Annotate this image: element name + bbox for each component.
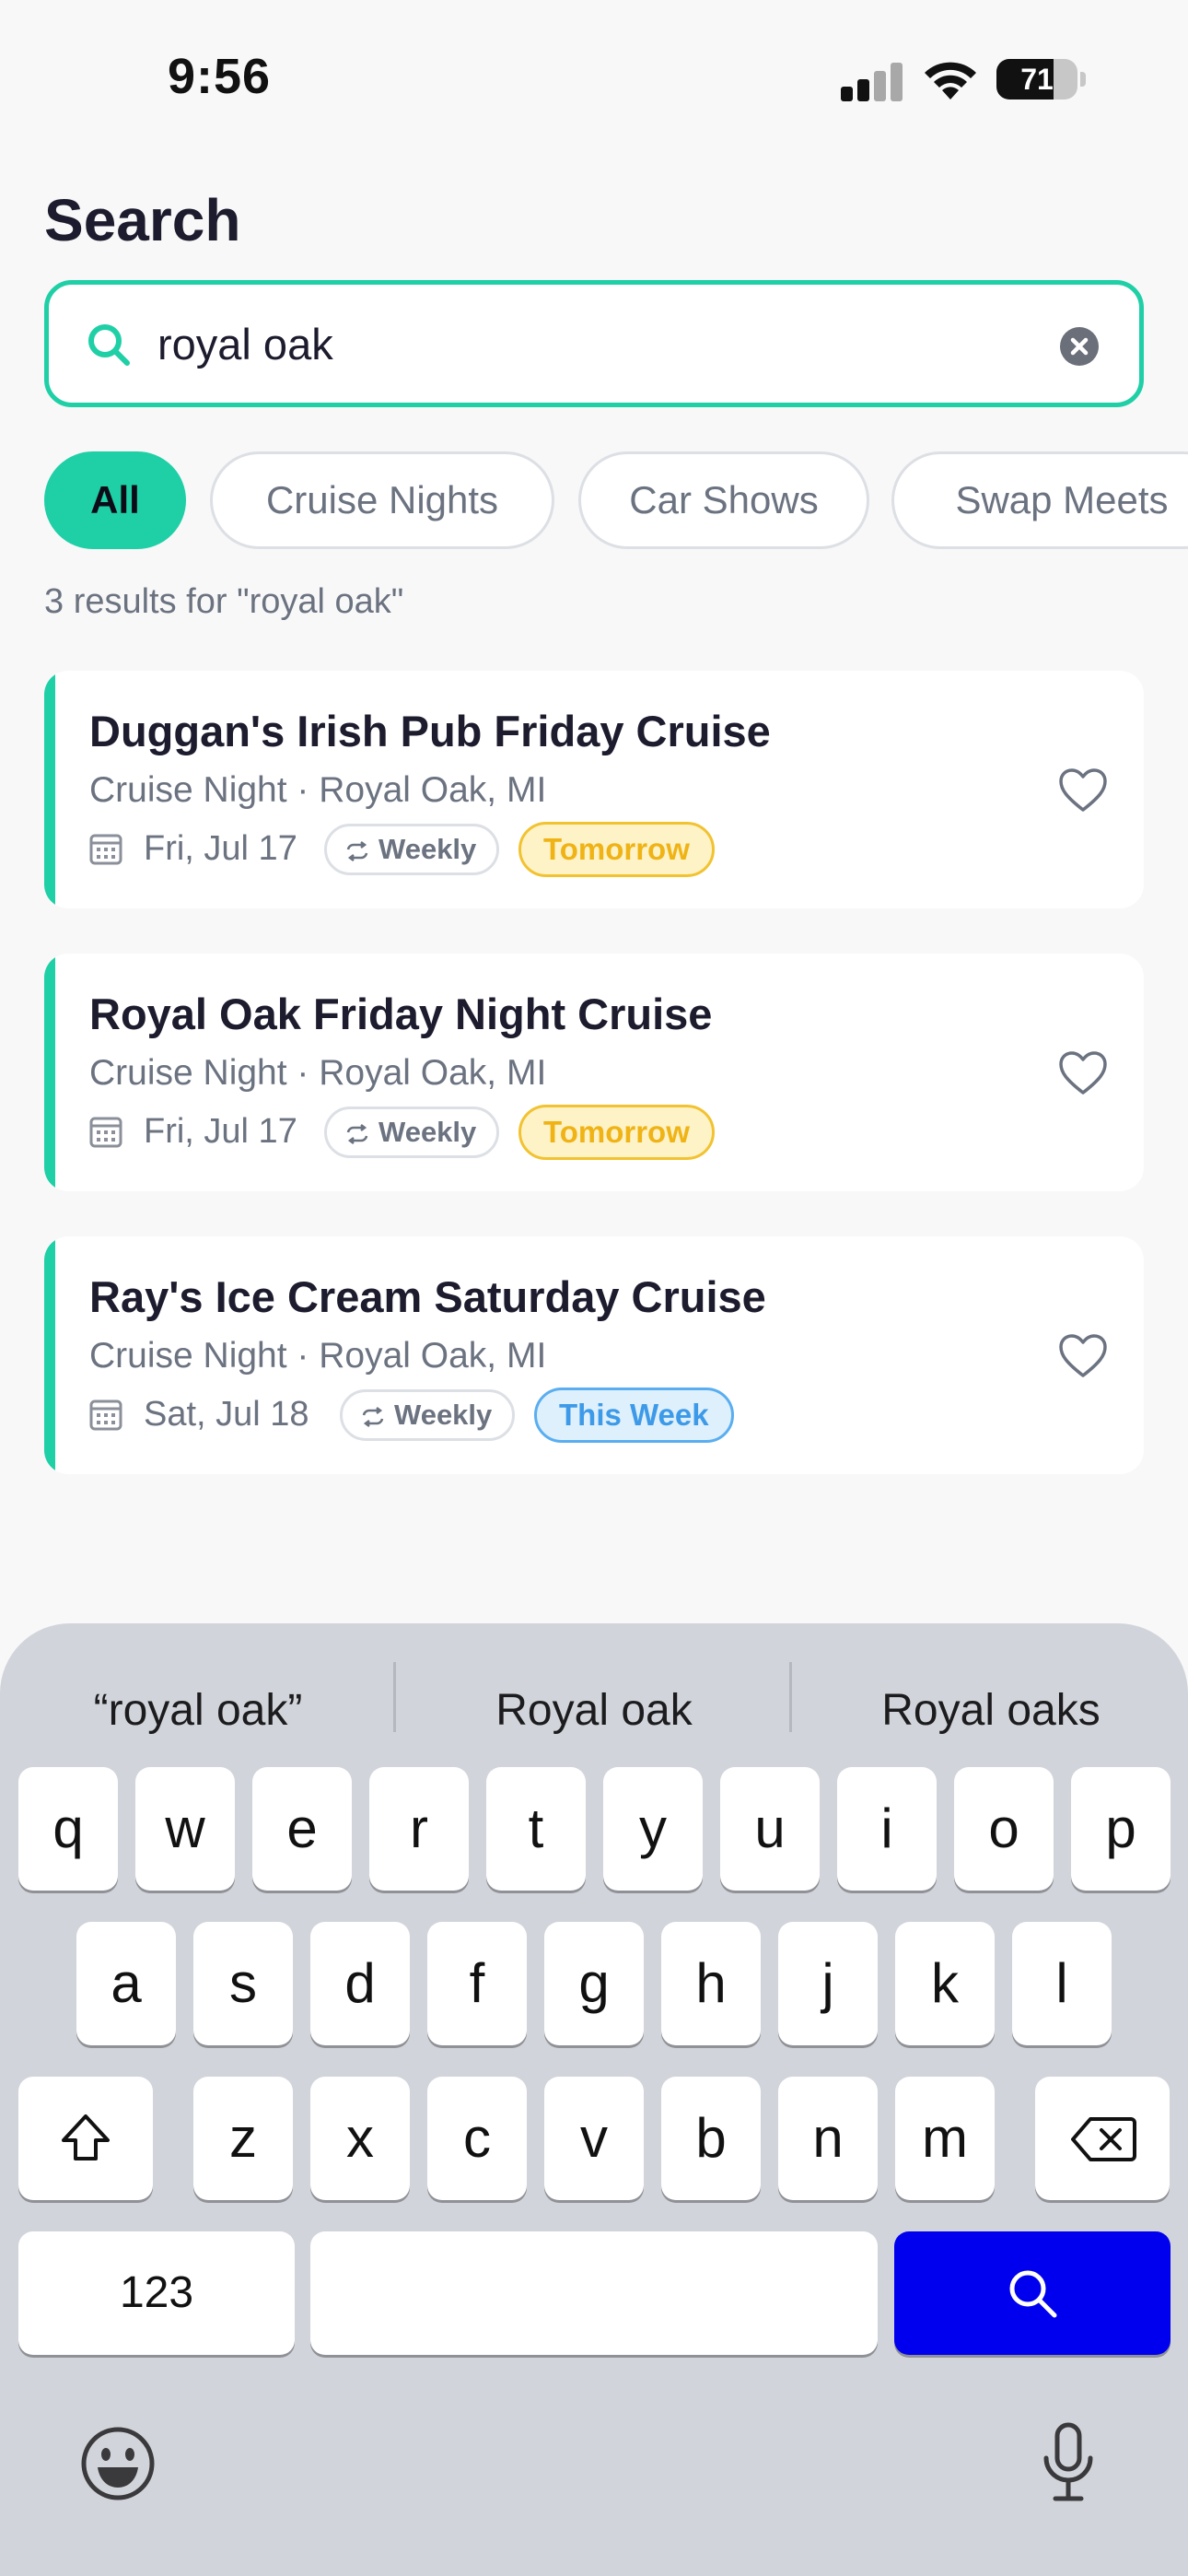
result-date: Fri, Jul 17 (144, 829, 297, 868)
key-r[interactable]: r (369, 1767, 469, 1891)
page-title: Search (44, 187, 241, 253)
heart-icon[interactable] (1057, 767, 1109, 814)
key-q[interactable]: q (18, 1767, 118, 1891)
key-d[interactable]: d (310, 1922, 410, 2045)
results-count: 3 results for "royal oak" (44, 582, 404, 621)
filter-chip-cruise-nights[interactable]: Cruise Nights (210, 451, 554, 549)
result-subtitle: Cruise Night · Royal Oak, MI (89, 1053, 547, 1093)
card-accent (44, 671, 55, 908)
battery-tip (1080, 72, 1086, 87)
result-card[interactable]: Royal Oak Friday Night Cruise Cruise Nig… (44, 954, 1144, 1191)
result-date: Fri, Jul 17 (144, 1112, 297, 1151)
filter-chip-all[interactable]: All (44, 451, 186, 549)
shift-icon (62, 2114, 110, 2160)
search-icon (88, 324, 130, 366)
frequency-badge: Weekly (324, 1107, 500, 1158)
key-t[interactable]: t (486, 1767, 586, 1891)
key-h[interactable]: h (661, 1922, 761, 2045)
result-subtitle: Cruise Night · Royal Oak, MI (89, 1336, 547, 1376)
emoji-icon[interactable] (79, 2425, 157, 2502)
filter-chip-car-shows[interactable]: Car Shows (578, 451, 869, 549)
filter-chips: All Cruise Nights Car Shows Swap Meets (44, 451, 1188, 551)
calendar-icon (89, 834, 122, 865)
status-time: 9:56 (168, 49, 272, 104)
key-y[interactable]: y (603, 1767, 703, 1891)
cellular-signal-icon (841, 61, 903, 101)
repeat-icon (346, 840, 368, 861)
key-x[interactable]: x (310, 2077, 410, 2200)
card-accent (44, 954, 55, 1191)
key-w[interactable]: w (135, 1767, 235, 1891)
suggestion-1[interactable]: “royal oak” (5, 1669, 391, 1752)
key-l[interactable]: l (1012, 1922, 1112, 2045)
frequency-badge: Weekly (340, 1389, 516, 1441)
delete-key[interactable] (1035, 2077, 1170, 2200)
frequency-badge: Weekly (324, 824, 500, 875)
key-j[interactable]: j (778, 1922, 878, 2045)
calendar-icon (89, 1399, 122, 1431)
space-key[interactable] (310, 2231, 878, 2355)
result-card[interactable]: Duggan's Irish Pub Friday Cruise Cruise … (44, 671, 1144, 908)
key-c[interactable]: c (427, 2077, 527, 2200)
repeat-icon (362, 1406, 384, 1427)
status-bar: 9:56 71 (0, 0, 1188, 157)
suggestion-divider (789, 1662, 792, 1732)
result-title: Duggan's Irish Pub Friday Cruise (89, 707, 771, 755)
key-n[interactable]: n (778, 2077, 878, 2200)
key-a[interactable]: a (76, 1922, 176, 2045)
key-f[interactable]: f (427, 1922, 527, 2045)
backspace-icon (1071, 2117, 1136, 2161)
microphone-icon[interactable] (1039, 2421, 1098, 2506)
status-badge: Tomorrow (518, 1105, 715, 1160)
key-e[interactable]: e (252, 1767, 352, 1891)
battery-icon: 71 (996, 59, 1077, 100)
card-accent (44, 1236, 55, 1474)
clear-search-button[interactable] (1060, 327, 1099, 366)
key-o[interactable]: o (954, 1767, 1054, 1891)
numbers-key[interactable]: 123 (18, 2231, 295, 2355)
key-u[interactable]: u (720, 1767, 820, 1891)
suggestion-divider (393, 1662, 396, 1732)
search-bar[interactable] (44, 280, 1144, 407)
key-k[interactable]: k (895, 1922, 995, 2045)
key-v[interactable]: v (544, 2077, 644, 2200)
keyboard: “royal oak” Royal oak Royal oaks q w e r… (0, 1623, 1188, 2576)
frequency-label: Weekly (394, 1399, 493, 1431)
status-badge: Tomorrow (518, 822, 715, 877)
filter-chip-swap-meets[interactable]: Swap Meets (891, 451, 1188, 549)
heart-icon[interactable] (1057, 1332, 1109, 1380)
result-date: Sat, Jul 18 (144, 1395, 309, 1434)
key-s[interactable]: s (193, 1922, 293, 2045)
result-title: Royal Oak Friday Night Cruise (89, 989, 713, 1038)
repeat-icon (346, 1123, 368, 1144)
key-p[interactable]: p (1071, 1767, 1171, 1891)
result-card[interactable]: Ray's Ice Cream Saturday Cruise Cruise N… (44, 1236, 1144, 1474)
result-subtitle: Cruise Night · Royal Oak, MI (89, 770, 547, 810)
key-m[interactable]: m (895, 2077, 995, 2200)
battery-level: 71 (1020, 63, 1054, 96)
search-icon (1009, 2270, 1057, 2318)
key-i[interactable]: i (837, 1767, 937, 1891)
suggestion-2[interactable]: Royal oak (401, 1669, 787, 1752)
status-badge: This Week (534, 1388, 734, 1443)
key-z[interactable]: z (193, 2077, 293, 2200)
search-input[interactable] (157, 303, 986, 384)
wifi-icon (925, 62, 976, 100)
suggestion-3[interactable]: Royal oaks (798, 1669, 1184, 1752)
frequency-label: Weekly (379, 833, 477, 865)
close-icon (1070, 337, 1089, 356)
shift-key[interactable] (18, 2077, 153, 2200)
key-g[interactable]: g (544, 1922, 644, 2045)
calendar-icon (89, 1117, 122, 1148)
key-b[interactable]: b (661, 2077, 761, 2200)
heart-icon[interactable] (1057, 1049, 1109, 1097)
frequency-label: Weekly (379, 1116, 477, 1148)
result-title: Ray's Ice Cream Saturday Cruise (89, 1272, 766, 1321)
search-key[interactable] (894, 2231, 1171, 2355)
